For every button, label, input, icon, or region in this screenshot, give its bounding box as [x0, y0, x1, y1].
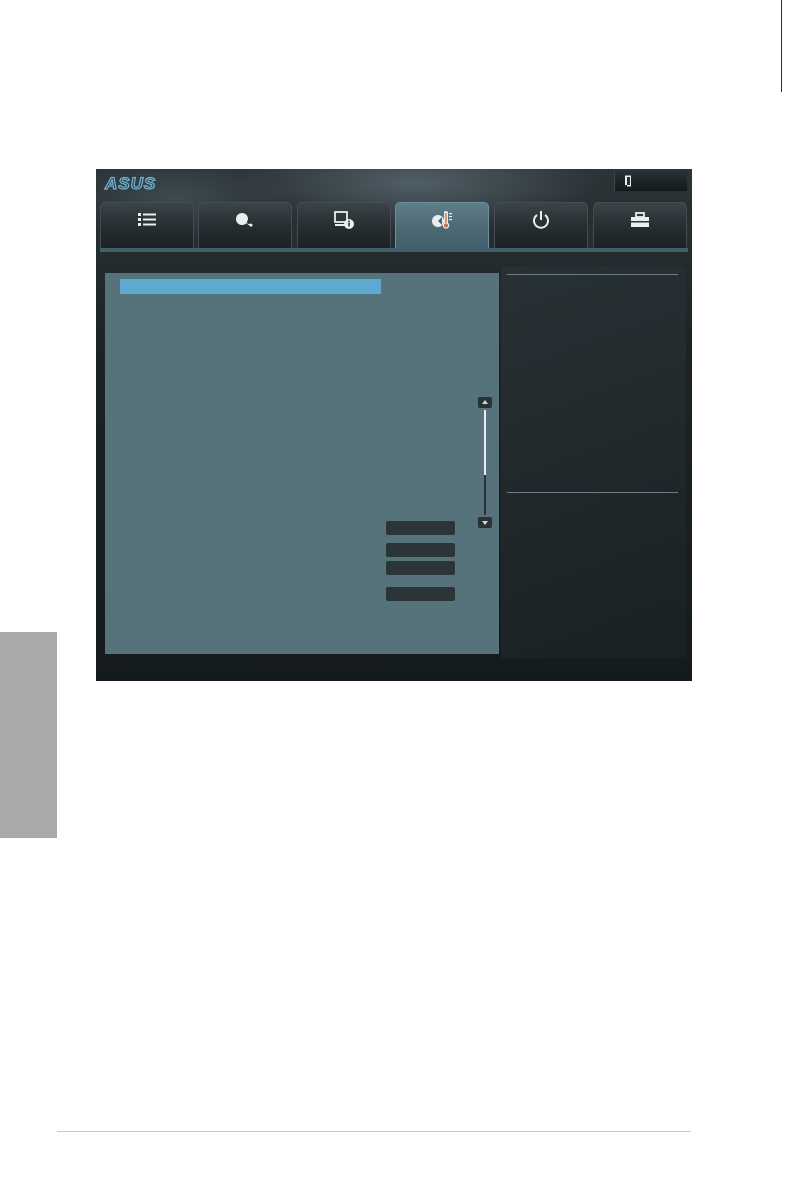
- svg-text:ASUS: ASUS: [104, 174, 156, 193]
- asus-logo: ASUS: [103, 173, 156, 193]
- power-icon: [533, 211, 549, 229]
- help-panel: [501, 267, 686, 658]
- tab-ai-tweaker[interactable]: [198, 202, 292, 248]
- tab-underline: [100, 248, 688, 252]
- page-edge-rule: [781, 0, 782, 92]
- value-button-3[interactable]: [386, 561, 455, 575]
- bios-screenshot: ASUS: [96, 169, 692, 681]
- exit-door-icon: [625, 175, 631, 187]
- tweaker-icon: [236, 213, 253, 227]
- value-button-4[interactable]: [386, 587, 455, 601]
- help-divider-middle: [507, 492, 678, 493]
- main-menu-tabs: [100, 202, 688, 248]
- tab-monitor[interactable]: [395, 202, 489, 248]
- thermometer-fan-icon: [432, 211, 452, 229]
- scroll-up-button[interactable]: [478, 397, 492, 408]
- exit-button[interactable]: [614, 171, 687, 191]
- tab-advanced[interactable]: [297, 202, 391, 248]
- list-icon: [138, 213, 156, 226]
- value-button-1[interactable]: [386, 521, 455, 535]
- scroll-down-button[interactable]: [478, 517, 492, 528]
- advanced-info-icon: [334, 211, 354, 229]
- toolbox-icon: [631, 212, 649, 227]
- footer-rule: [57, 1131, 691, 1132]
- scrollbar-thumb[interactable]: [484, 410, 486, 475]
- chapter-side-tab: [0, 632, 57, 838]
- value-button-2[interactable]: [386, 543, 455, 557]
- tab-boot[interactable]: [494, 202, 588, 248]
- help-divider-top: [507, 274, 678, 275]
- tab-tool[interactable]: [593, 202, 687, 248]
- selected-item-highlight[interactable]: [120, 279, 381, 294]
- tab-main[interactable]: [100, 202, 194, 248]
- settings-list-panel: [105, 273, 499, 654]
